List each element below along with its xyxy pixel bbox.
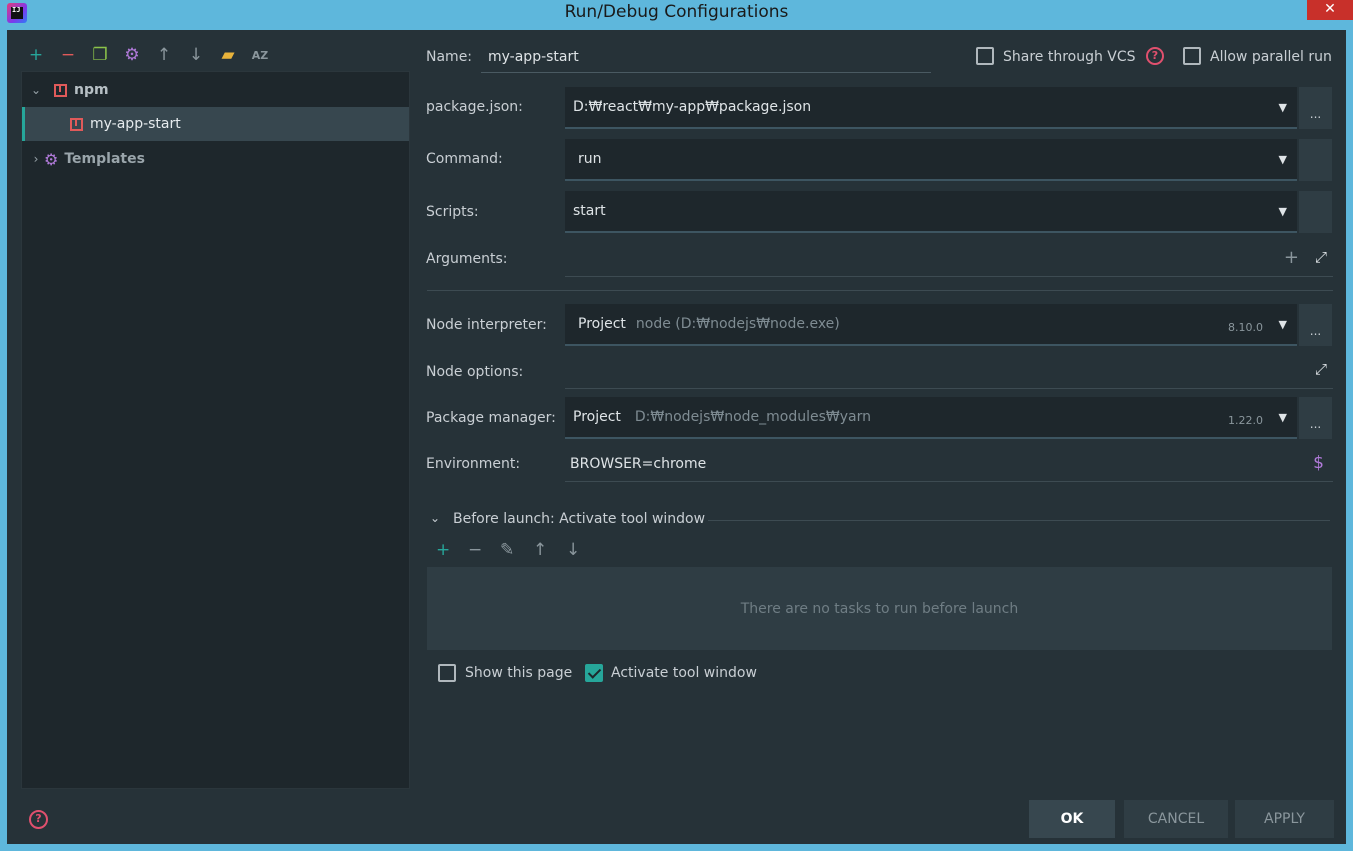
settings-icon[interactable]: ⚙ [116,42,148,68]
separator [427,290,1333,291]
move-down-icon[interactable]: ↓ [180,42,212,68]
show-this-page-label: Show this page [465,665,573,681]
dropdown-arrow-icon[interactable]: ▼ [1279,318,1287,331]
tree-node-npm[interactable]: ⌄ npm [22,73,409,107]
show-this-page-checkbox[interactable] [438,664,456,682]
node-options-label: Node options: [426,364,524,380]
dropdown-arrow-icon[interactable]: ▼ [1279,153,1287,166]
edit-task-icon[interactable]: ✎ [500,540,514,560]
scripts-combo[interactable]: start ▼ [565,191,1297,233]
separator [708,520,1330,521]
npm-icon [54,83,67,97]
node-interpreter-label: Node interpreter: [426,317,547,333]
activate-tool-window-checkbox[interactable] [585,664,603,682]
config-toolbar: + − ❐ ⚙ ↑ ↓ ▰ AZ [20,42,276,68]
help-icon[interactable]: ? [1146,47,1164,65]
name-label: Name: [426,49,473,65]
help-icon[interactable]: ? [29,810,48,829]
share-vcs-label: Share through VCS [1003,49,1136,65]
config-tree[interactable]: ⌄ npm my-app-start › ⚙ Templates [21,71,410,789]
browse-node-button[interactable]: ... [1299,304,1332,346]
sort-icon[interactable]: AZ [244,42,276,68]
tree-label-my-app-start: my-app-start [90,116,181,132]
ok-button[interactable]: OK [1029,800,1115,838]
title-bar: IJ Run/Debug Configurations ✕ [0,0,1353,30]
scripts-label: Scripts: [426,204,479,220]
remove-icon[interactable]: − [52,42,84,68]
remove-task-icon[interactable]: − [468,540,482,560]
browse-package-manager-button[interactable]: ... [1299,397,1332,439]
package-json-label: package.json: [426,99,523,115]
add-task-icon[interactable]: + [436,540,450,560]
chevron-right-icon[interactable]: › [28,152,44,166]
apply-button[interactable]: APPLY [1235,800,1334,838]
browse-package-json-button[interactable]: ... [1299,87,1332,129]
environment-input[interactable]: BROWSER=chrome $ [565,449,1333,482]
npm-icon [70,117,83,131]
command-label: Command: [426,151,503,167]
move-up-icon[interactable]: ↑ [533,540,547,560]
dollar-icon[interactable]: $ [1313,453,1324,473]
arguments-input[interactable]: + ⤢ [565,244,1333,277]
expand-icon[interactable]: ⤢ [1315,248,1327,266]
activate-tool-window-label: Activate tool window [611,665,757,681]
package-manager-combo[interactable]: Project D:₩nodejs₩node_modules₩yarn 1.22… [565,397,1297,439]
gear-icon: ⚙ [44,149,59,169]
node-interpreter-combo[interactable]: Project node (D:₩nodejs₩node.exe) 8.10.0… [565,304,1297,346]
folder-icon[interactable]: ▰ [212,42,244,68]
before-launch-header[interactable]: Before launch: Activate tool window [453,511,705,527]
tree-label-templates: Templates [64,151,145,167]
name-input[interactable]: my-app-start [481,44,931,73]
dropdown-arrow-icon[interactable]: ▼ [1279,101,1287,114]
scripts-side-panel [1299,191,1332,233]
arguments-label: Arguments: [426,251,508,267]
allow-parallel-label: Allow parallel run [1210,49,1332,65]
command-side-panel [1299,139,1332,181]
before-launch-task-list[interactable]: There are no tasks to run before launch [427,567,1332,650]
chevron-down-icon[interactable]: ⌄ [430,511,440,525]
package-json-combo[interactable]: D:₩react₩my-app₩package.json ▼ [565,87,1297,129]
tree-item-my-app-start[interactable]: my-app-start [22,107,409,141]
chevron-down-icon[interactable]: ⌄ [28,83,44,97]
expand-icon[interactable]: ⤢ [1315,360,1327,378]
cancel-button[interactable]: CANCEL [1124,800,1228,838]
move-up-icon[interactable]: ↑ [148,42,180,68]
add-icon[interactable]: + [20,42,52,68]
dropdown-arrow-icon[interactable]: ▼ [1279,411,1287,424]
move-down-icon[interactable]: ↓ [566,540,580,560]
node-options-input[interactable]: ⤢ [565,356,1333,389]
close-button[interactable]: ✕ [1307,0,1353,20]
share-vcs-checkbox[interactable] [976,47,994,65]
dropdown-arrow-icon[interactable]: ▼ [1279,205,1287,218]
tree-node-templates[interactable]: › ⚙ Templates [22,142,409,176]
package-manager-label: Package manager: [426,410,556,426]
tree-label-npm: npm [74,82,109,98]
environment-label: Environment: [426,456,521,472]
allow-parallel-checkbox[interactable] [1183,47,1201,65]
window-title: Run/Debug Configurations [564,2,789,22]
command-combo[interactable]: run ▼ [565,139,1297,181]
add-icon[interactable]: + [1284,247,1299,268]
copy-icon[interactable]: ❐ [84,42,116,68]
